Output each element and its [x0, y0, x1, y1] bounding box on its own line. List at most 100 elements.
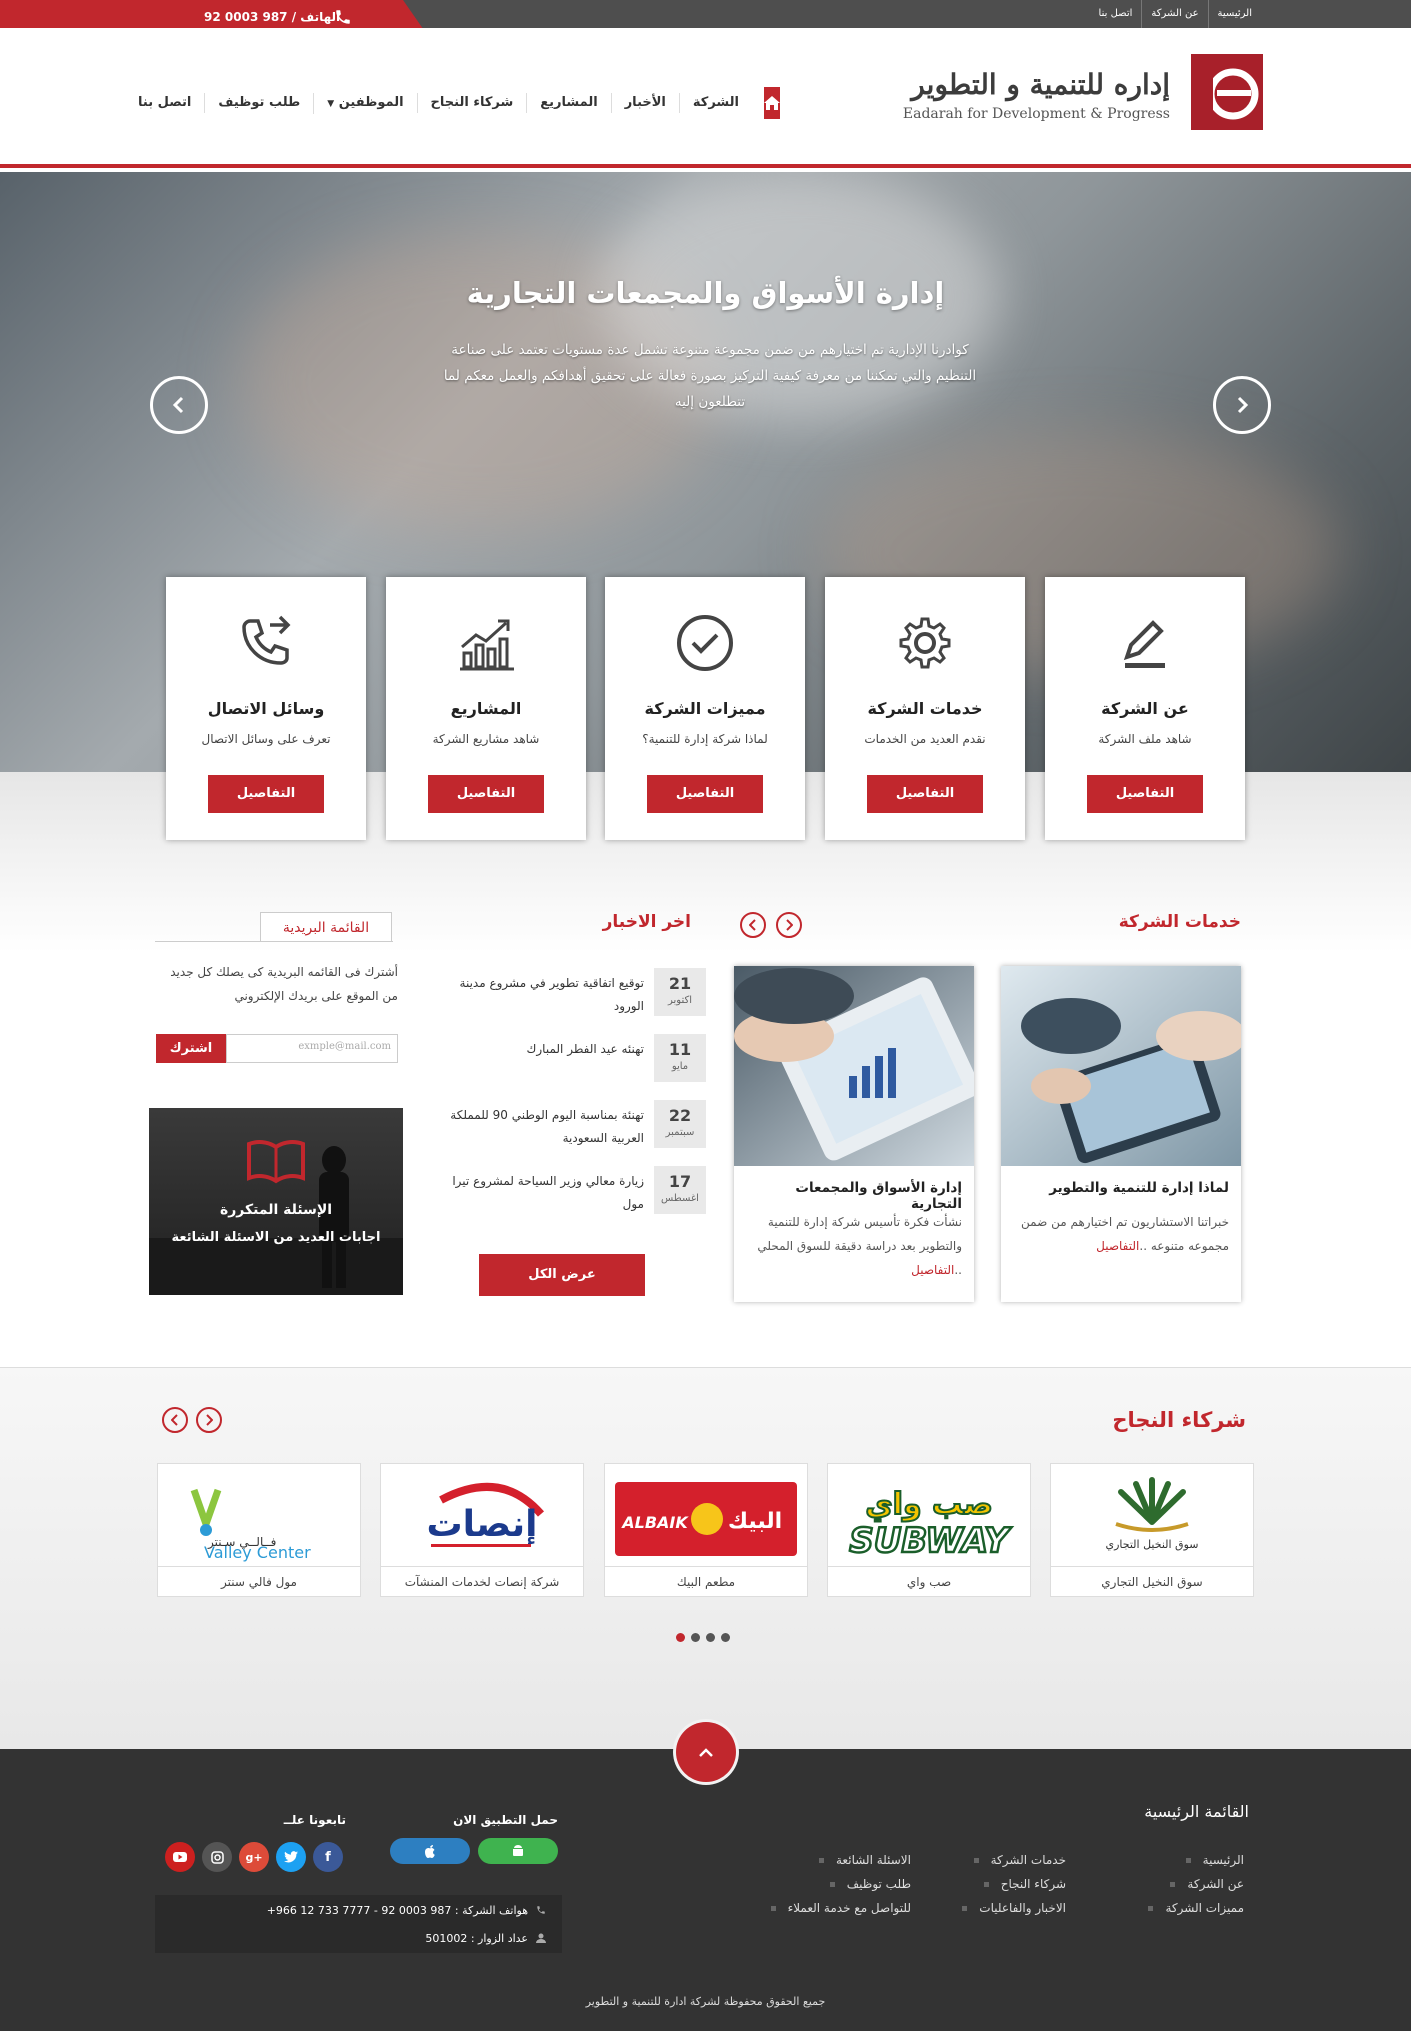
hero-title: إدارة الأسواق والمجمعات التجارية — [466, 276, 945, 310]
footer-link[interactable]: طلب توظيف — [830, 1877, 911, 1891]
card-details-button[interactable]: التفاصيل — [647, 775, 763, 813]
faq-banner[interactable]: الإسئلة المتكررة اجابات العديد من الاسئل… — [149, 1108, 403, 1295]
nav-home-button[interactable] — [764, 87, 780, 119]
google-plus-icon[interactable]: g+ — [239, 1842, 269, 1872]
card-title: مميزات الشركة — [644, 699, 766, 718]
top-link-home[interactable]: الرئيسية — [1207, 0, 1261, 28]
service-image — [734, 966, 974, 1166]
phone-call-icon — [242, 615, 291, 665]
partner-logo-text: ALBAIK — [620, 1513, 689, 1532]
instagram-icon[interactable] — [202, 1842, 232, 1872]
news-text: تهنئة بمناسبة اليوم الوطني 90 للمملكة ال… — [450, 1108, 644, 1145]
partners-next-button[interactable] — [196, 1407, 222, 1433]
twitter-icon[interactable] — [276, 1842, 306, 1872]
logo-mark[interactable] — [1191, 54, 1263, 130]
service-image — [1001, 966, 1241, 1166]
gear-icon — [899, 617, 951, 669]
nav-item-employees[interactable]: الموظفين ▼ — [313, 92, 416, 114]
service-more-link[interactable]: التفاصيل — [1096, 1239, 1139, 1253]
pencil-icon — [1123, 620, 1165, 668]
news-item[interactable]: 11 مايو تهنئه عيد الفطر المبارك — [430, 1034, 706, 1086]
news-month: اغسطس — [661, 1193, 699, 1204]
pagination-dot[interactable] — [721, 1633, 730, 1642]
card-details-button[interactable]: التفاصيل — [428, 775, 544, 813]
footer-link[interactable]: الاسئلة الشائعة — [819, 1853, 911, 1867]
footer-link[interactable]: عن الشركة — [1170, 1877, 1244, 1891]
chevron-right-icon — [1237, 396, 1249, 414]
service-card[interactable]: لماذا إدارة للتنمية والتطوير خبراتنا الا… — [1001, 966, 1241, 1302]
logo-e-icon — [1191, 54, 1259, 130]
pagination-dot[interactable] — [691, 1633, 700, 1642]
main-nav: الشركة الأخبار المشاريع شركاء النجاح الم… — [138, 87, 780, 119]
feature-card-features: مميزات الشركة لماذا شركة إدارة للتنمية؟ … — [605, 577, 805, 840]
partner-logo-text: إنصات — [426, 1504, 537, 1545]
news-item[interactable]: 22 سبتمبر تهنئة بمناسبة اليوم الوطني 90 ل… — [430, 1100, 706, 1152]
card-subtitle: شاهد مشاريع الشركة — [432, 732, 540, 746]
top-link-contact[interactable]: اتصل بنا — [1090, 0, 1142, 28]
services-prev-button[interactable] — [740, 912, 766, 938]
card-title: خدمات الشركة — [867, 699, 983, 718]
card-details-button[interactable]: التفاصيل — [867, 775, 983, 813]
slider-next-button[interactable] — [1213, 376, 1271, 434]
partners-pagination — [676, 1633, 730, 1642]
nav-item-partners[interactable]: شركاء النجاح — [416, 93, 527, 113]
partner-logo-text: سوق النخيل التجاري — [1105, 1538, 1198, 1551]
view-all-news-button[interactable]: عرض الكل — [479, 1254, 645, 1296]
card-details-button[interactable]: التفاصيل — [1087, 775, 1203, 813]
follow-title: تابعونا علــ — [283, 1813, 346, 1827]
chevron-right-icon — [786, 919, 793, 931]
footer-link[interactable]: الرئيسية — [1186, 1853, 1244, 1867]
partner-card[interactable]: صب واي SUBWAY صب واي — [827, 1463, 1031, 1597]
growth-chart-icon — [460, 619, 514, 671]
newsletter-subscribe-button[interactable]: اشترك — [156, 1034, 226, 1063]
logo-english: Eadarah for Development & Progress — [902, 106, 1170, 122]
footer-link[interactable]: الاخبار والفاعليات — [962, 1901, 1066, 1915]
pagination-dot[interactable] — [706, 1633, 715, 1642]
card-details-button[interactable]: التفاصيل — [208, 775, 324, 813]
partner-logo: ALBAIK البيك — [615, 1474, 797, 1562]
footer-link[interactable]: مميزات الشركة — [1148, 1901, 1244, 1915]
newsletter-desc: أشترك فى القائمه البريدية كى يصلك كل جدي… — [170, 965, 398, 1003]
partner-card[interactable]: سوق النخيل التجاري سوق النخيل التجاري — [1050, 1463, 1254, 1597]
partner-logo: إنصات — [391, 1474, 573, 1562]
ios-app-button[interactable] — [390, 1838, 470, 1864]
youtube-icon[interactable] — [165, 1842, 195, 1872]
back-to-top-button[interactable] — [676, 1722, 736, 1782]
footer-link[interactable]: شركاء النجاح — [984, 1877, 1066, 1891]
header: إداره للتنمية و التطوير Eadarah for Deve… — [0, 28, 1411, 168]
pagination-dot[interactable] — [676, 1633, 685, 1642]
partners-prev-button[interactable] — [162, 1407, 188, 1433]
nav-item-company[interactable]: الشركة — [678, 93, 752, 113]
nav-item-projects[interactable]: المشاريع — [526, 93, 610, 113]
partner-card[interactable]: إنصات شركة إنصات لخدمات المنشآت — [380, 1463, 584, 1597]
nav-item-news[interactable]: الأخبار — [610, 93, 679, 113]
visitor-counter: عداد الزوار : 501002 — [425, 1932, 528, 1945]
home-icon — [764, 96, 780, 110]
news-text: توقيع اتفاقية تطوير في مشروع مدينة الورو… — [459, 976, 644, 1013]
news-item[interactable]: 17 اغسطس زيارة معالي وزير السياحة لمشروع … — [430, 1166, 706, 1218]
footer-link[interactable]: خدمات الشركة — [974, 1853, 1066, 1867]
partner-card[interactable]: ALBAIK البيك مطعم البيك — [604, 1463, 808, 1597]
feature-card-services: خدمات الشركة نقدم العديد من الخدمات التف… — [825, 577, 1025, 840]
top-link-about[interactable]: عن الشركة — [1141, 0, 1207, 28]
partner-card[interactable]: فــالــي سـنتر Valley Center مول فالي سن… — [157, 1463, 361, 1597]
news-item[interactable]: 21 اكتوبر توقيع اتفاقية تطوير في مشروع مد… — [430, 968, 706, 1020]
news-text: زيارة معالي وزير السياحة لمشروع تيرا مول — [452, 1174, 644, 1211]
android-app-button[interactable] — [478, 1838, 558, 1864]
news-date: 11 مايو — [654, 1034, 706, 1082]
service-desc: نشأت فكرة تأسيس شركة إدارة للتنمية والتط… — [742, 1210, 962, 1282]
partner-name: سوق النخيل التجاري — [1051, 1566, 1253, 1596]
news-day: 11 — [668, 1040, 692, 1059]
slider-prev-button[interactable] — [150, 376, 208, 434]
service-card[interactable]: إدارة الأسواق والمجمعات التجارية نشأت فك… — [734, 966, 974, 1302]
services-next-button[interactable] — [776, 912, 802, 938]
footer-link[interactable]: للتواصل مع خدمة العملاء — [771, 1901, 911, 1915]
company-info-box: هواتف الشركة : 987 0003 92 - 7777 733 12… — [155, 1895, 562, 1953]
nav-item-jobs[interactable]: طلب توظيف — [204, 93, 313, 113]
service-more-link[interactable]: التفاصيل — [911, 1263, 954, 1277]
news-date: 22 سبتمبر — [654, 1100, 706, 1148]
nav-item-contact[interactable]: اتصل بنا — [125, 93, 204, 113]
facebook-icon[interactable]: f — [313, 1842, 343, 1872]
news-month: مايو — [671, 1061, 689, 1072]
newsletter-email-input[interactable]: exmple@mail.com — [226, 1034, 398, 1063]
